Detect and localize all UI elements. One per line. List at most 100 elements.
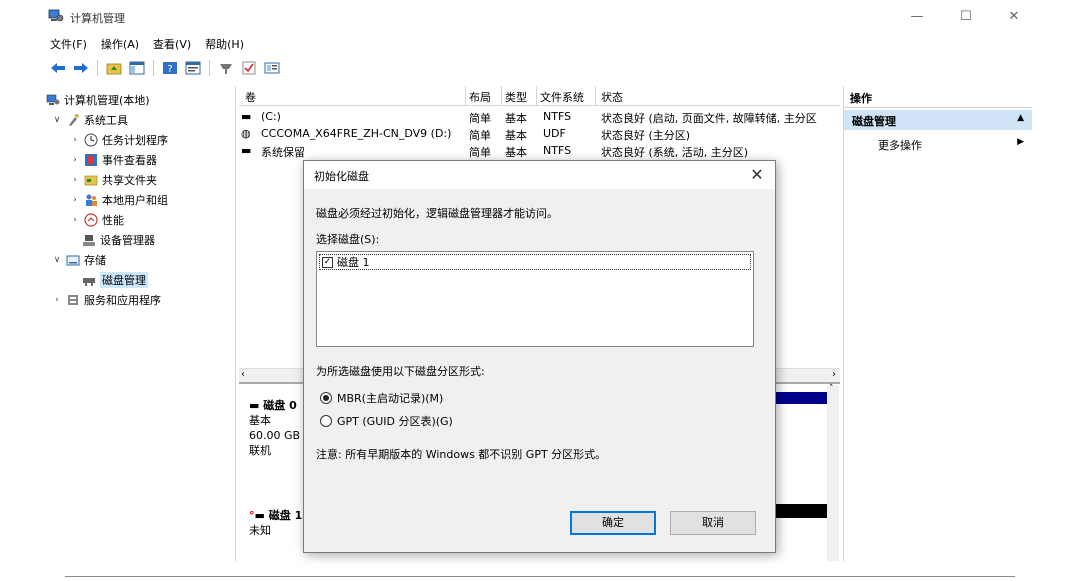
chevron-right-icon[interactable]: ›	[70, 175, 80, 185]
gpt-radio[interactable]	[320, 415, 332, 427]
disk-item-label: 磁盘 1	[337, 256, 370, 269]
column-volume[interactable]: 卷	[245, 89, 256, 105]
tree-label: 系统工具	[84, 114, 128, 127]
ok-button[interactable]: 确定	[570, 511, 656, 535]
show-hide-tree-button[interactable]	[127, 59, 147, 77]
select-disk-label: 选择磁盘(S):	[316, 233, 380, 246]
tree-item-system-tools[interactable]: ∨ 系统工具	[52, 110, 128, 130]
chevron-right-icon[interactable]: ›	[70, 195, 80, 205]
cancel-button[interactable]: 取消	[670, 511, 756, 535]
disk-checkbox[interactable]: ✓	[322, 256, 333, 268]
column-divider	[501, 86, 502, 106]
maximize-button[interactable]: ☐	[951, 6, 981, 28]
volume-list-header: 卷 布局 类型 文件系统 状态	[239, 86, 840, 106]
disk-1-info[interactable]: °▬ 磁盘 1 未知	[249, 508, 302, 538]
more-actions-label: 更多操作	[878, 139, 922, 152]
help-icon: ?	[163, 62, 177, 75]
tree-item-performance[interactable]: › 性能	[70, 210, 124, 230]
back-button[interactable]	[48, 59, 68, 77]
performance-icon	[84, 213, 98, 227]
disk-list-item[interactable]: ✓ 磁盘 1	[319, 254, 751, 270]
gpt-option[interactable]: GPT (GUID 分区表)(G)	[320, 413, 453, 429]
close-button[interactable]: ✕	[999, 6, 1029, 28]
chevron-right-icon[interactable]: ›	[70, 135, 80, 145]
actions-section-disk-management[interactable]: 磁盘管理 ▲	[844, 110, 1032, 130]
scroll-up-icon[interactable]: ˄	[829, 384, 834, 394]
check-button[interactable]	[239, 59, 259, 77]
column-status[interactable]: 状态	[601, 89, 623, 105]
collapse-up-icon[interactable]: ▲	[1017, 113, 1024, 123]
help-button[interactable]: ?	[160, 59, 180, 77]
console-tree: 计算机管理(本地) ∨ 系统工具 › 任务计划程序 › 事件查看器 › 共享文件…	[44, 86, 236, 561]
volume-row[interactable]: ▬ 系统保留 简单 基本 NTFS 状态良好 (系统, 活动, 主分区)	[239, 144, 840, 159]
tree-item-device-manager[interactable]: 设备管理器	[82, 230, 155, 250]
volume-status: 状态良好 (启动, 页面文件, 故障转储, 主分区	[601, 112, 817, 125]
tree-label: 本地用户和组	[102, 194, 168, 207]
dialog-title: 初始化磁盘	[314, 170, 369, 183]
up-folder-button[interactable]	[104, 59, 124, 77]
disk-0-info[interactable]: ▬ 磁盘 0 基本 60.00 GB 联机	[249, 398, 300, 458]
submenu-arrow-icon: ▶	[1017, 137, 1024, 147]
dialog-close-icon[interactable]: ✕	[745, 164, 769, 186]
column-layout[interactable]: 布局	[469, 89, 491, 105]
computer-management-icon	[46, 94, 60, 105]
disk-1-unallocated-bar[interactable]	[769, 504, 829, 518]
volume-row[interactable]: ◍ CCCOMA_X64FRE_ZH-CN_DV9 (D:) 简单 基本 UDF…	[239, 127, 840, 142]
actions-header: 操作	[844, 86, 1032, 108]
volume-layout: 简单	[469, 112, 491, 125]
menu-action[interactable]: 操作(A)	[99, 36, 141, 54]
column-type[interactable]: 类型	[505, 89, 527, 105]
initialize-disk-dialog: 初始化磁盘 ✕ 磁盘必须经过初始化，逻辑磁盘管理器才能访问。 选择磁盘(S): …	[303, 160, 776, 553]
view-button[interactable]	[262, 59, 282, 77]
menu-file[interactable]: 文件(F)	[48, 36, 89, 54]
actions-pane: 操作 磁盘管理 ▲ 更多操作 ▶	[843, 86, 1032, 561]
chevron-down-icon[interactable]: ∨	[52, 255, 62, 265]
forward-button[interactable]	[71, 59, 91, 77]
chevron-right-icon[interactable]: ›	[52, 295, 62, 305]
console-tree-icon	[129, 61, 145, 75]
tree-item-services-apps[interactable]: › 服务和应用程序	[52, 290, 161, 310]
tree-label: 设备管理器	[100, 234, 155, 247]
mbr-option[interactable]: MBR(主启动记录)(M)	[320, 390, 443, 406]
scroll-left-icon[interactable]: ‹	[241, 369, 245, 380]
users-icon	[86, 194, 97, 206]
shared-folder-icon	[84, 175, 98, 186]
menu-bar: 文件(F) 操作(A) 查看(V) 帮助(H)	[48, 36, 246, 54]
more-actions-item[interactable]: 更多操作 ▶	[844, 134, 1032, 154]
partition-style-label: 为所选磁盘使用以下磁盘分区形式:	[316, 365, 485, 378]
title-bar: 计算机管理 — ☐ ✕	[0, 0, 1091, 34]
checklist-icon	[242, 61, 256, 75]
disk-management-icon	[83, 278, 95, 286]
tree-item-shared-folders[interactable]: › 共享文件夹	[70, 170, 157, 190]
tree-label: 存储	[84, 254, 106, 267]
properties-button[interactable]	[183, 59, 203, 77]
chevron-right-icon[interactable]: ›	[70, 155, 80, 165]
menu-view[interactable]: 查看(V)	[151, 36, 193, 54]
volume-row[interactable]: ▬ (C:) 简单 基本 NTFS 状态良好 (启动, 页面文件, 故障转储, …	[239, 110, 840, 125]
drive-icon: ▬	[241, 110, 252, 123]
column-divider	[465, 86, 466, 106]
tree-root[interactable]: 计算机管理(本地)	[46, 90, 150, 110]
disk-selection-list[interactable]: ✓ 磁盘 1	[316, 251, 754, 347]
mbr-radio[interactable]	[320, 392, 332, 404]
vertical-scrollbar[interactable]: ˄	[827, 384, 839, 561]
disk-0-partition-bar[interactable]	[769, 392, 829, 404]
tree-item-task-scheduler[interactable]: › 任务计划程序	[70, 130, 168, 150]
column-filesystem[interactable]: 文件系统	[540, 89, 584, 105]
tree-item-event-viewer[interactable]: › 事件查看器	[70, 150, 157, 170]
scroll-right-icon[interactable]: ›	[832, 369, 836, 380]
chevron-right-icon[interactable]: ›	[70, 215, 80, 225]
volume-layout: 简单	[469, 129, 491, 142]
view-list-icon	[264, 62, 280, 74]
connect-button[interactable]	[216, 59, 236, 77]
tree-label: 计算机管理(本地)	[64, 94, 150, 107]
tree-item-local-users[interactable]: › 本地用户和组	[70, 190, 168, 210]
tree-item-disk-management[interactable]: 磁盘管理	[82, 270, 148, 290]
tree-label: 服务和应用程序	[84, 294, 161, 307]
minimize-button[interactable]: —	[902, 6, 932, 28]
chevron-down-icon[interactable]: ∨	[52, 115, 62, 125]
menu-help[interactable]: 帮助(H)	[203, 36, 246, 54]
tree-item-storage[interactable]: ∨ 存储	[52, 250, 106, 270]
volume-type: 基本	[505, 129, 527, 142]
tree-label: 事件查看器	[102, 154, 157, 167]
